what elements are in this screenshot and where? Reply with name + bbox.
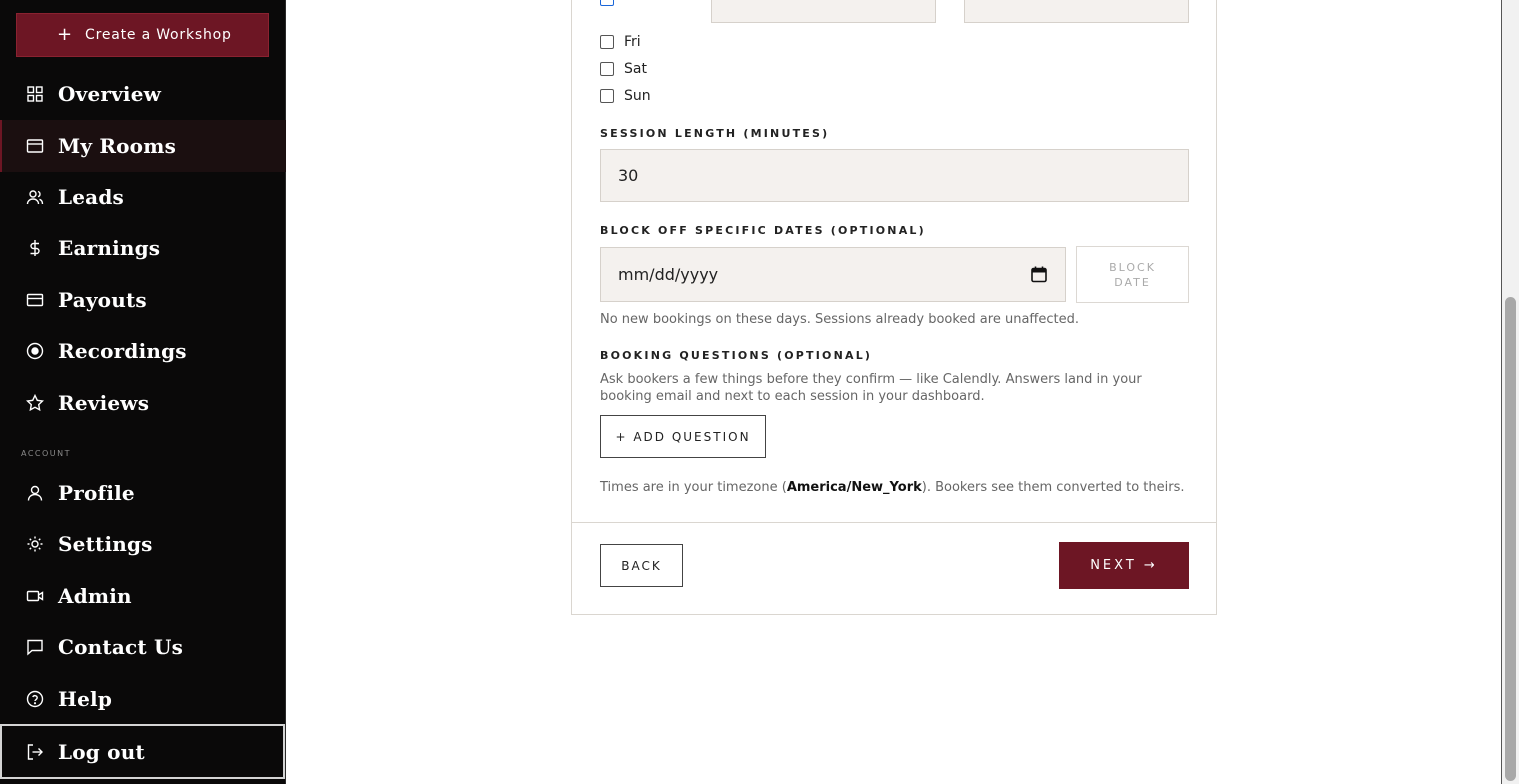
day-label-sun: Sun: [624, 88, 651, 104]
block-date-button[interactable]: BLOCK DATE: [1076, 246, 1189, 303]
sidebar-item-label: Help: [58, 687, 113, 711]
sidebar-item-help[interactable]: Help: [0, 674, 286, 724]
chat-icon: [26, 638, 44, 656]
sidebar-item-settings[interactable]: Settings: [0, 519, 286, 569]
grid-icon: [26, 85, 44, 103]
session-length-label: SESSION LENGTH (MINUTES): [600, 127, 830, 140]
booking-questions-help: Ask bookers a few things before they con…: [600, 372, 1142, 404]
calendar-icon[interactable]: [1031, 266, 1047, 287]
sidebar-item-contact-us[interactable]: Contact Us: [0, 622, 286, 672]
sidebar-item-admin[interactable]: Admin: [0, 571, 286, 621]
sidebar-item-my-rooms[interactable]: My Rooms: [0, 120, 286, 172]
record-icon: [26, 342, 44, 360]
thu-checkbox[interactable]: [600, 0, 614, 6]
sun-checkbox[interactable]: [600, 89, 614, 103]
video-icon: [26, 587, 44, 605]
help-icon: [26, 690, 44, 708]
create-workshop-label: Create a Workshop: [85, 27, 232, 43]
sidebar-item-label: Overview: [58, 82, 162, 106]
sidebar-item-overview[interactable]: Overview: [0, 69, 286, 119]
sidebar: + Create a Workshop Overview My Rooms Le…: [0, 0, 286, 784]
star-icon: [26, 394, 44, 412]
back-button[interactable]: BACK: [600, 544, 683, 587]
date-placeholder: mm/dd/yyyy: [618, 265, 719, 284]
sidebar-item-profile[interactable]: Profile: [0, 468, 286, 518]
logout-label: Log out: [58, 740, 145, 764]
sidebar-item-label: Leads: [58, 185, 124, 209]
booking-questions-label: BOOKING QUESTIONS (OPTIONAL): [600, 349, 873, 362]
plus-icon: +: [57, 24, 73, 45]
rooms-icon: [26, 137, 44, 155]
day-label-sat: Sat: [624, 61, 647, 77]
users-icon: [26, 188, 44, 206]
scrollbar-thumb[interactable]: [1505, 297, 1516, 781]
account-section-label: ACCOUNT: [21, 449, 72, 458]
sidebar-item-label: Settings: [58, 532, 153, 556]
user-icon: [26, 484, 44, 502]
sat-checkbox[interactable]: [600, 62, 614, 76]
end-time-input[interactable]: [964, 0, 1189, 23]
sidebar-item-reviews[interactable]: Reviews: [0, 378, 286, 428]
card-footer-divider: [571, 522, 1217, 523]
sidebar-item-label: Earnings: [58, 236, 161, 260]
next-button[interactable]: NEXT →: [1059, 542, 1189, 589]
dollar-icon: [26, 239, 44, 257]
sun-icon: [26, 535, 44, 553]
timezone-note: Times are in your timezone (America/New_…: [600, 479, 1185, 496]
card-icon: [26, 291, 44, 309]
sidebar-item-label: Admin: [58, 584, 132, 608]
sidebar-item-label: Contact Us: [58, 635, 184, 659]
sidebar-item-label: Profile: [58, 481, 135, 505]
block-date-input[interactable]: mm/dd/yyyy: [600, 247, 1066, 302]
sidebar-item-payouts[interactable]: Payouts: [0, 275, 286, 325]
start-time-input[interactable]: [711, 0, 936, 23]
sidebar-item-label: Reviews: [58, 391, 150, 415]
sidebar-item-label: My Rooms: [58, 134, 177, 158]
sidebar-item-earnings[interactable]: Earnings: [0, 223, 286, 273]
logout-button[interactable]: Log out: [0, 727, 286, 777]
create-workshop-button[interactable]: + Create a Workshop: [16, 13, 269, 57]
timezone-prefix: Times are in your timezone (: [600, 480, 787, 495]
block-dates-help: No new bookings on these days. Sessions …: [600, 312, 1079, 327]
add-question-button[interactable]: + ADD QUESTION: [600, 415, 766, 458]
timezone-value: America/New_York: [786, 480, 922, 495]
sidebar-item-label: Payouts: [58, 288, 147, 312]
day-label-fri: Fri: [624, 34, 641, 50]
sidebar-item-label: Recordings: [58, 339, 187, 363]
block-dates-label: BLOCK OFF SPECIFIC DATES (OPTIONAL): [600, 224, 926, 237]
logout-icon: [26, 743, 44, 761]
timezone-suffix: ). Bookers see them converted to theirs.: [921, 480, 1185, 495]
session-length-input[interactable]: 30: [600, 149, 1189, 202]
sidebar-item-leads[interactable]: Leads: [0, 172, 286, 222]
sidebar-item-recordings[interactable]: Recordings: [0, 326, 286, 376]
fri-checkbox[interactable]: [600, 35, 614, 49]
